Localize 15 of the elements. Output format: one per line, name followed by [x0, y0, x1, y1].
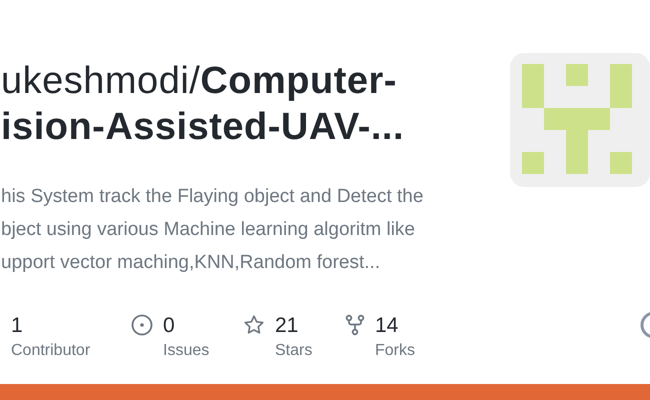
fork-icon: [345, 314, 365, 336]
stat-label: Issues: [163, 341, 210, 361]
stat-label: Forks: [375, 341, 415, 361]
repository-description: his System track the Flaying object and Detect the bject using various Machine learning algoritm like upport vector maching,KNN,Random forest...: [1, 185, 424, 275]
avatar-icon: [640, 311, 650, 339]
repository-title: ukeshmodi/Computer- ision-Assisted-UAV-...: [1, 59, 406, 150]
identicon: [510, 53, 650, 187]
stat-count: 1: [11, 313, 24, 339]
stat-label: Stars: [275, 341, 312, 361]
stat-label: Contributor: [11, 341, 90, 361]
issue-circle-icon: [131, 314, 153, 336]
star-icon: [243, 314, 265, 336]
stat-count: 21: [275, 313, 300, 339]
stat-count: 14: [375, 313, 400, 339]
stat-count: 0: [163, 313, 176, 339]
